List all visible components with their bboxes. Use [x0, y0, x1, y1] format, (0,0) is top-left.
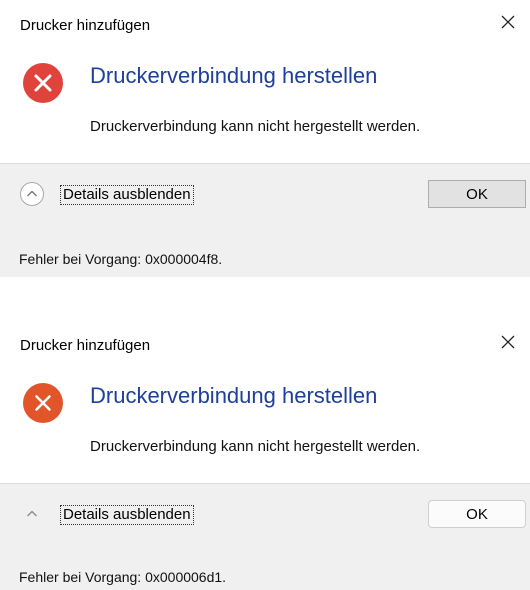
close-icon	[501, 335, 515, 349]
ok-button[interactable]: OK	[428, 180, 526, 208]
error-message: Druckerverbindung kann nicht hergestellt…	[90, 118, 421, 135]
chevron-up-icon	[27, 510, 37, 517]
details-toggle-link[interactable]: Details ausblenden	[60, 185, 194, 205]
collapse-details-button[interactable]	[20, 182, 44, 206]
details-panel: Fehler bei Vorgang: 0x000004f8.	[0, 222, 530, 277]
dialog-heading: Druckerverbindung herstellen	[90, 383, 378, 408]
collapse-details-button[interactable]	[20, 502, 44, 526]
error-icon	[23, 383, 63, 423]
window-title: Drucker hinzufügen	[20, 337, 151, 354]
printer-error-dialog-1: Drucker hinzufügen Druckerverbindung her…	[0, 0, 530, 277]
dialog-heading: Druckerverbindung herstellen	[90, 63, 378, 88]
error-message: Druckerverbindung kann nicht hergestellt…	[90, 438, 421, 455]
error-code-text: Fehler bei Vorgang: 0x000004f8.	[19, 251, 223, 267]
close-button[interactable]	[496, 10, 520, 34]
details-toggle-link[interactable]: Details ausblenden	[60, 505, 194, 525]
window-title: Drucker hinzufügen	[20, 17, 151, 34]
details-panel: Fehler bei Vorgang: 0x000006d1.	[0, 542, 530, 590]
dialog-footer: Details ausblenden OK	[0, 163, 530, 222]
close-icon	[501, 15, 515, 29]
printer-error-dialog-2: Drucker hinzufügen Druckerverbindung her…	[0, 320, 530, 590]
error-code-text: Fehler bei Vorgang: 0x000006d1.	[19, 569, 227, 585]
ok-button[interactable]: OK	[428, 500, 526, 528]
close-button[interactable]	[496, 330, 520, 354]
chevron-up-icon	[27, 190, 37, 197]
dialog-footer: Details ausblenden OK	[0, 483, 530, 542]
error-icon	[23, 63, 63, 103]
